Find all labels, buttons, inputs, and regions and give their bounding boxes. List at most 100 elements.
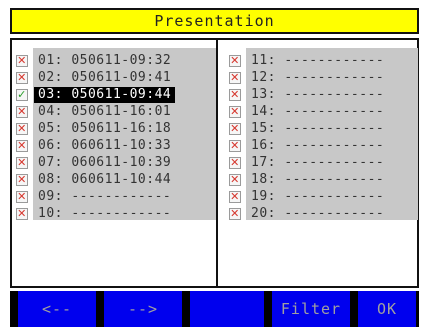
x-checkbox-icon[interactable]: ✕ — [229, 139, 241, 152]
x-checkbox-icon[interactable]: ✕ — [16, 105, 28, 118]
list-item-label: 02: 050611-09:41 — [34, 70, 175, 86]
blank-button[interactable] — [190, 291, 264, 327]
separator — [276, 172, 284, 187]
list-item-index: 19: — [251, 189, 276, 204]
list-item-index: 11: — [251, 53, 276, 68]
separator — [63, 172, 71, 187]
x-checkbox-icon[interactable]: ✕ — [16, 122, 28, 135]
list-item-index: 15: — [251, 121, 276, 136]
separator — [63, 121, 71, 136]
list-item[interactable]: ✕ 01: 050611-09:32 — [16, 52, 175, 69]
list-item-value: ------------ — [284, 53, 385, 68]
separator — [63, 138, 71, 153]
list-item-label: 01: 050611-09:32 — [34, 53, 175, 69]
list-item-value: ------------ — [71, 206, 172, 221]
list-item-value: 050611-09:44 — [71, 87, 172, 102]
list-item[interactable]: ✕ 16: ------------ — [229, 137, 388, 154]
list-item-value: 050611-09:32 — [71, 53, 172, 68]
x-checkbox-icon[interactable]: ✕ — [229, 122, 241, 135]
check-checkbox-icon[interactable]: ✓ — [16, 88, 28, 101]
separator — [276, 87, 284, 102]
list-item-value: 050611-16:01 — [71, 104, 172, 119]
list-item-label: 14: ------------ — [247, 104, 388, 120]
list-item-index: 02: — [38, 70, 63, 85]
list-item[interactable]: ✕ 08: 060611-10:44 — [16, 171, 175, 188]
list-item-index: 08: — [38, 172, 63, 187]
list-item[interactable]: ✕ 02: 050611-09:41 — [16, 69, 175, 86]
list-item-index: 16: — [251, 138, 276, 153]
list-item[interactable]: ✕ 20: ------------ — [229, 205, 388, 222]
x-checkbox-icon[interactable]: ✕ — [229, 105, 241, 118]
list-item-value: ------------ — [284, 155, 385, 170]
x-checkbox-icon[interactable]: ✕ — [16, 71, 28, 84]
x-checkbox-icon[interactable]: ✕ — [16, 207, 28, 220]
separator — [63, 70, 71, 85]
separator — [63, 104, 71, 119]
x-checkbox-icon[interactable]: ✕ — [229, 207, 241, 220]
list-item-value: ------------ — [284, 121, 385, 136]
list-item-index: 13: — [251, 87, 276, 102]
separator — [63, 206, 71, 221]
list-item-label: 08: 060611-10:44 — [34, 172, 175, 188]
list-item[interactable]: ✕ 11: ------------ — [229, 52, 388, 69]
list-item-index: 05: — [38, 121, 63, 136]
x-checkbox-icon[interactable]: ✕ — [16, 173, 28, 186]
list-item-label: 12: ------------ — [247, 70, 388, 86]
list-item[interactable]: ✕ 10: ------------ — [16, 205, 175, 222]
list-item[interactable]: ✕ 14: ------------ — [229, 103, 388, 120]
separator — [63, 155, 71, 170]
x-checkbox-icon[interactable]: ✕ — [229, 54, 241, 67]
x-checkbox-icon[interactable]: ✕ — [229, 190, 241, 203]
separator — [276, 206, 284, 221]
list-item-value: 060611-10:44 — [71, 172, 172, 187]
list-item[interactable]: ✕ 17: ------------ — [229, 154, 388, 171]
page-title: Presentation — [10, 8, 419, 34]
list-item[interactable]: ✓ 03: 050611-09:44 — [16, 86, 176, 103]
list-item[interactable]: ✕ 15: ------------ — [229, 120, 388, 137]
x-checkbox-icon[interactable]: ✕ — [16, 156, 28, 169]
list-item-label: 10: ------------ — [34, 206, 175, 222]
presentation-screen: Presentation ✕ 01: 050611-09:32 ✕ 02: 05061… — [0, 0, 429, 327]
filter-button[interactable]: Filter — [272, 291, 350, 327]
list-item-index: 17: — [251, 155, 276, 170]
list-item-label: 19: ------------ — [247, 189, 388, 205]
list-item-index: 14: — [251, 104, 276, 119]
list-item-value: ------------ — [284, 87, 385, 102]
list-item-label: 18: ------------ — [247, 172, 388, 188]
list-item-value: ------------ — [284, 206, 385, 221]
x-checkbox-icon[interactable]: ✕ — [16, 190, 28, 203]
prev-button[interactable]: <-- — [18, 291, 96, 327]
list-item[interactable]: ✕ 06: 060611-10:33 — [16, 137, 175, 154]
list-item-value: 050611-16:18 — [71, 121, 172, 136]
x-checkbox-icon[interactable]: ✕ — [229, 88, 241, 101]
x-checkbox-icon[interactable]: ✕ — [229, 173, 241, 186]
list-item[interactable]: ✕ 04: 050611-16:01 — [16, 103, 175, 120]
list-item-value: 060611-10:39 — [71, 155, 172, 170]
list-item[interactable]: ✕ 18: ------------ — [229, 171, 388, 188]
separator — [276, 155, 284, 170]
x-checkbox-icon[interactable]: ✕ — [16, 139, 28, 152]
list-item[interactable]: ✕ 07: 060611-10:39 — [16, 154, 175, 171]
list-item[interactable]: ✕ 12: ------------ — [229, 69, 388, 86]
list-item-label: 15: ------------ — [247, 121, 388, 137]
list-item[interactable]: ✕ 13: ------------ — [229, 86, 388, 103]
list-item[interactable]: ✕ 09: ------------ — [16, 188, 175, 205]
x-checkbox-icon[interactable]: ✕ — [16, 54, 28, 67]
x-checkbox-icon[interactable]: ✕ — [229, 71, 241, 84]
list-item-label: 20: ------------ — [247, 206, 388, 222]
list-item[interactable]: ✕ 05: 050611-16:18 — [16, 120, 175, 137]
list-item-index: 07: — [38, 155, 63, 170]
list-item-index: 18: — [251, 172, 276, 187]
separator — [276, 189, 284, 204]
list-item-label: 07: 060611-10:39 — [34, 155, 175, 171]
x-checkbox-icon[interactable]: ✕ — [229, 156, 241, 169]
list-item-label: 05: 050611-16:18 — [34, 121, 175, 137]
next-button[interactable]: --> — [104, 291, 182, 327]
list-item-label: 03: 050611-09:44 — [34, 86, 176, 103]
list-item-label: 16: ------------ — [247, 138, 388, 154]
list-item-label: 09: ------------ — [34, 189, 175, 205]
separator — [276, 121, 284, 136]
ok-button[interactable]: OK — [358, 291, 416, 327]
list-item-value: ------------ — [284, 138, 385, 153]
list-item[interactable]: ✕ 19: ------------ — [229, 188, 388, 205]
